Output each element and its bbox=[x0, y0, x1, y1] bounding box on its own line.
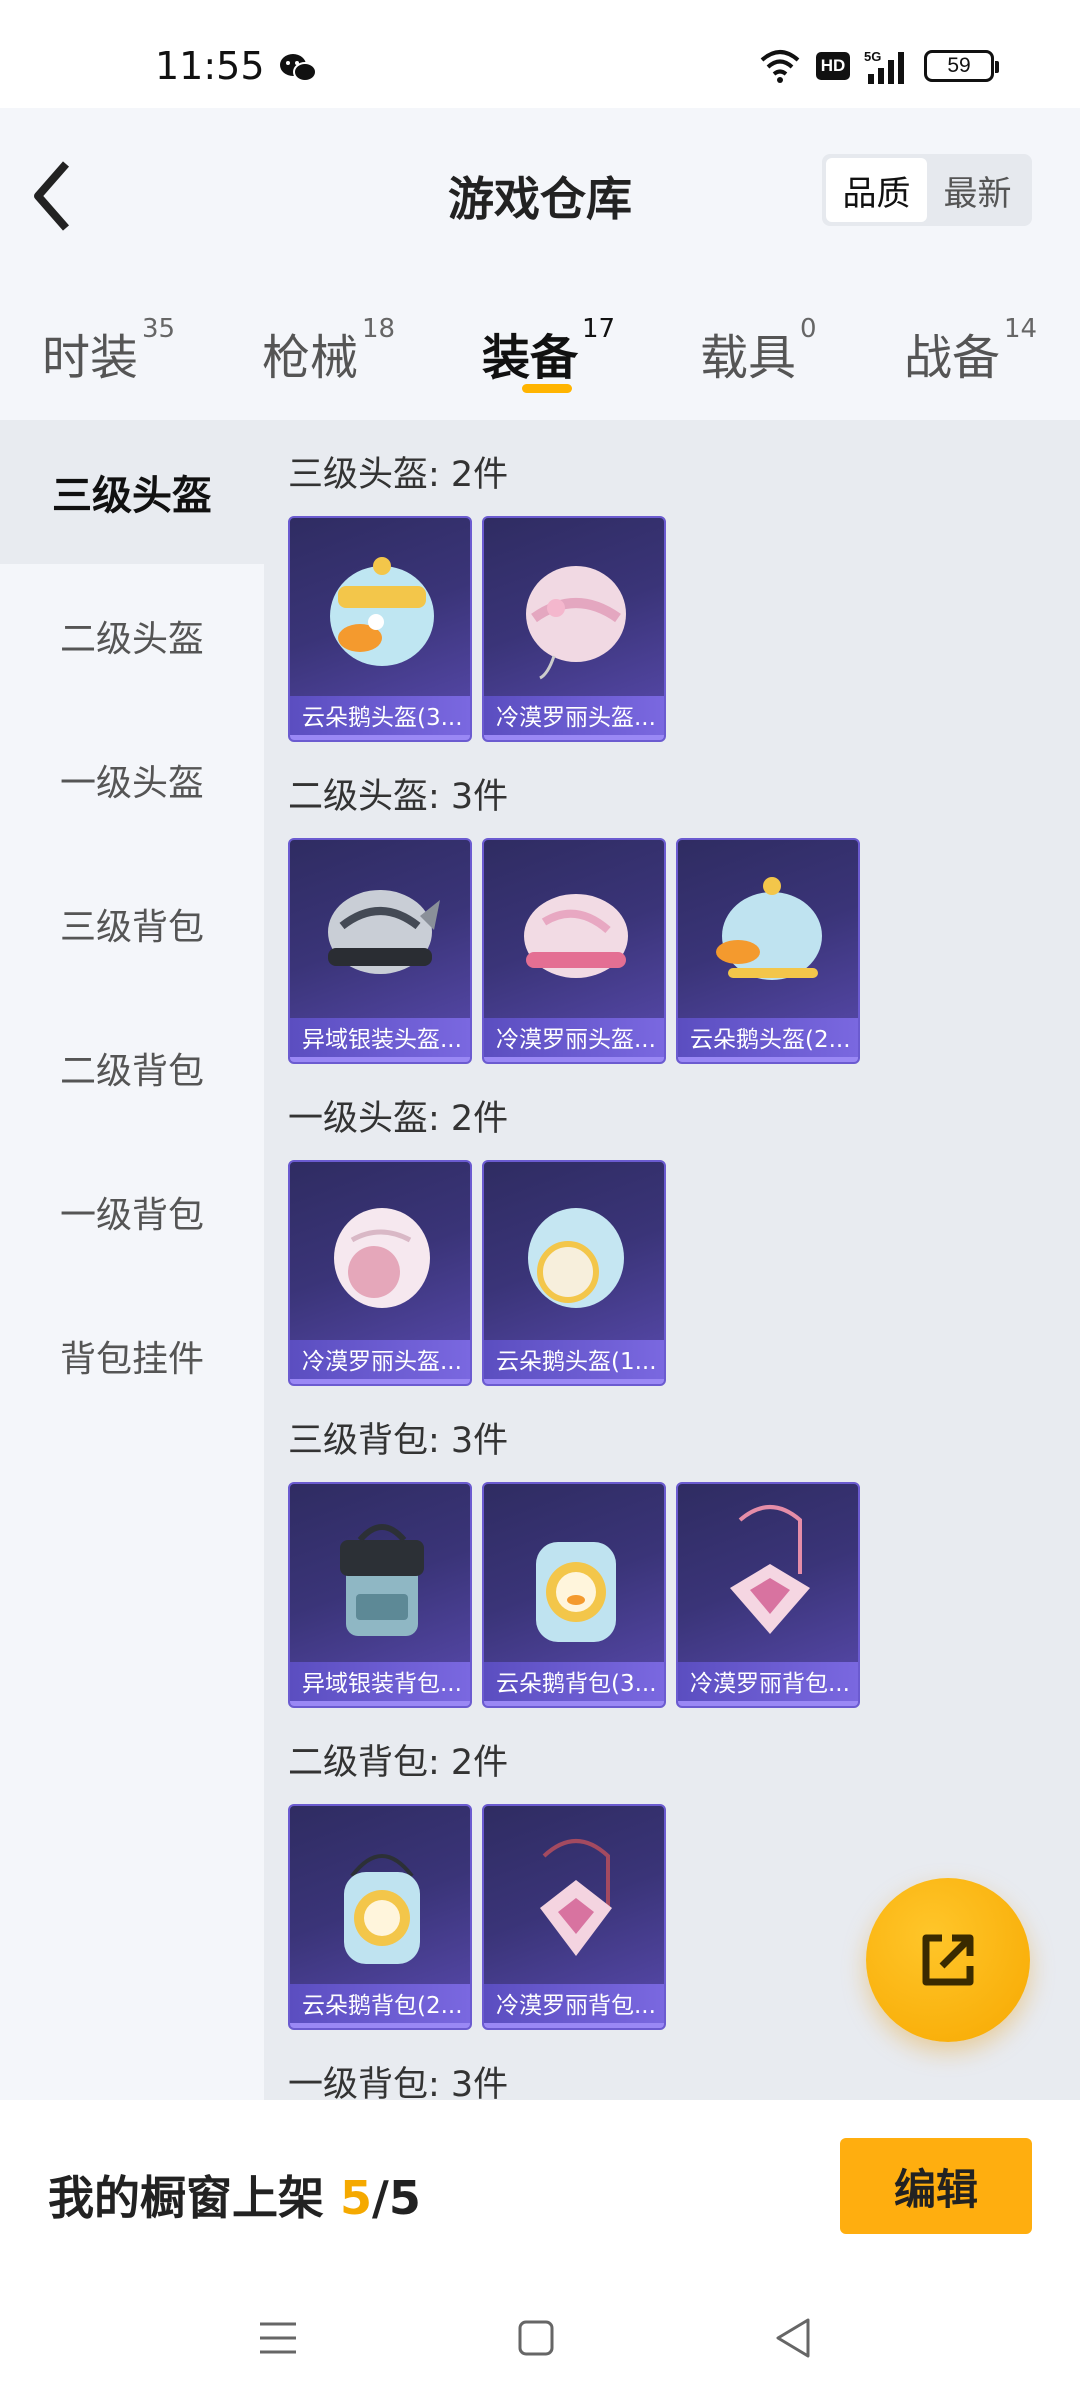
blue-helmet-icon bbox=[528, 1208, 624, 1308]
tab-weapons[interactable]: 枪械18 bbox=[262, 314, 395, 388]
pink-helmet-icon bbox=[334, 1208, 430, 1308]
system-nav-bar bbox=[0, 2272, 1080, 2400]
section-level2-helmet: 二级头盔: 3件 异域银装头盔... 冷漠罗丽头盔... 云朵鹅头盔(2... bbox=[264, 742, 1080, 1064]
duck-backpack-icon bbox=[536, 1542, 616, 1642]
menu-icon[interactable] bbox=[248, 2308, 308, 2368]
item-card[interactable]: 云朵鹅背包(2... bbox=[288, 1804, 472, 2030]
battery-indicator: 59 bbox=[924, 50, 999, 82]
item-name: 云朵鹅头盔(2... bbox=[678, 1018, 858, 1062]
showcase-label: 我的橱窗上架 bbox=[48, 2171, 341, 2225]
tab-supplies[interactable]: 战备14 bbox=[904, 314, 1037, 388]
section-title: 三级头盔: 2件 bbox=[288, 455, 509, 495]
item-name: 冷漠罗丽头盔... bbox=[290, 1340, 470, 1384]
item-name: 冷漠罗丽头盔... bbox=[484, 1018, 664, 1062]
tab-fashion[interactable]: 时装35 bbox=[42, 314, 175, 388]
duck-helmet-icon bbox=[330, 557, 434, 666]
item-card[interactable]: 冷漠罗丽头盔... bbox=[288, 1160, 472, 1386]
item-name: 冷漠罗丽背包... bbox=[678, 1662, 858, 1706]
section-title: 三级背包: 3件 bbox=[288, 1421, 509, 1461]
item-list[interactable]: 三级头盔: 2件 云朵鹅头盔(3... 冷漠罗丽头盔... 二级头盔: 3件 异… bbox=[264, 420, 1080, 2100]
item-name: 异域银装头盔... bbox=[290, 1018, 470, 1062]
item-card[interactable]: 云朵鹅头盔(3... bbox=[288, 516, 472, 742]
item-name: 异域银装背包... bbox=[290, 1662, 470, 1706]
pink-backpack-icon bbox=[540, 1839, 612, 1956]
section-level3-backpack: 三级背包: 3件 异域银装背包... 云朵鹅背包(3... 冷漠罗丽背包... bbox=[264, 1386, 1080, 1708]
pink-helmet-icon bbox=[526, 566, 626, 680]
pink-backpack-icon bbox=[730, 1505, 810, 1634]
tab-vehicles[interactable]: 载具0 bbox=[700, 314, 817, 388]
section-level1-helmet: 一级头盔: 2件 冷漠罗丽头盔... 云朵鹅头盔(1... bbox=[264, 1064, 1080, 1386]
sidebar-item-level2-backpack[interactable]: 二级背包 bbox=[0, 996, 264, 1140]
status-time: 11:55 bbox=[155, 44, 265, 88]
duck-helmet-icon bbox=[716, 877, 822, 980]
silver-backpack-icon bbox=[340, 1524, 424, 1636]
signal-icon: 5G bbox=[864, 49, 904, 84]
item-name: 冷漠罗丽头盔... bbox=[484, 696, 664, 740]
home-icon[interactable] bbox=[506, 2308, 566, 2368]
item-card[interactable]: 云朵鹅背包(3... bbox=[482, 1482, 666, 1708]
sidebar-item-level1-helmet[interactable]: 一级头盔 bbox=[0, 708, 264, 852]
showcase-bar: 我的橱窗上架 5/5 编辑 bbox=[0, 2100, 1080, 2272]
item-card[interactable]: 冷漠罗丽头盔... bbox=[482, 516, 666, 742]
item-card[interactable]: 冷漠罗丽头盔... bbox=[482, 838, 666, 1064]
header: 游戏仓库 品质 最新 bbox=[0, 108, 1080, 278]
status-bar: 11:55 HD 5G 59 bbox=[0, 0, 1080, 108]
tab-count: 0 bbox=[800, 314, 817, 344]
tab-label: 装备 bbox=[482, 330, 579, 386]
section-title: 二级背包: 2件 bbox=[288, 1743, 509, 1783]
sidebar: 三级头盔 二级头盔 一级头盔 三级背包 二级背包 一级背包 背包挂件 bbox=[0, 420, 264, 2100]
sort-quality-button[interactable]: 品质 bbox=[826, 158, 927, 222]
item-card[interactable]: 冷漠罗丽背包... bbox=[482, 1804, 666, 2030]
section-title: 一级头盔: 2件 bbox=[288, 1099, 509, 1139]
section-level3-helmet: 三级头盔: 2件 云朵鹅头盔(3... 冷漠罗丽头盔... bbox=[264, 420, 1080, 742]
active-tab-indicator bbox=[522, 384, 572, 393]
item-card[interactable]: 云朵鹅头盔(2... bbox=[676, 838, 860, 1064]
duck-backpack-icon bbox=[344, 1854, 420, 1964]
item-name: 冷漠罗丽背包... bbox=[484, 1984, 664, 2028]
showcase-status: 我的橱窗上架 5/5 bbox=[48, 2162, 421, 2228]
tab-count: 17 bbox=[582, 314, 616, 344]
item-card[interactable]: 异域银装头盔... bbox=[288, 838, 472, 1064]
sidebar-item-level3-helmet[interactable]: 三级头盔 bbox=[0, 420, 264, 564]
tab-label: 时装 bbox=[42, 330, 139, 386]
item-card[interactable]: 异域银装背包... bbox=[288, 1482, 472, 1708]
showcase-separator: / bbox=[372, 2171, 389, 2225]
back-icon[interactable] bbox=[764, 2308, 824, 2368]
sort-toggle[interactable]: 品质 最新 bbox=[822, 154, 1032, 226]
showcase-used-count: 5 bbox=[340, 2171, 373, 2225]
tab-count: 35 bbox=[142, 314, 176, 344]
tab-count: 14 bbox=[1004, 314, 1038, 344]
tab-label: 载具 bbox=[700, 330, 797, 386]
sidebar-item-level1-backpack[interactable]: 一级背包 bbox=[0, 1140, 264, 1284]
item-name: 云朵鹅头盔(3... bbox=[290, 696, 470, 740]
section-title: 二级头盔: 3件 bbox=[288, 777, 509, 817]
wifi-icon bbox=[760, 50, 800, 83]
sidebar-item-backpack-charm[interactable]: 背包挂件 bbox=[0, 1284, 264, 1428]
tab-label: 战备 bbox=[904, 330, 1001, 386]
sidebar-item-level3-backpack[interactable]: 三级背包 bbox=[0, 852, 264, 996]
share-button[interactable] bbox=[866, 1878, 1030, 2042]
tab-count: 18 bbox=[362, 314, 396, 344]
item-name: 云朵鹅背包(2... bbox=[290, 1984, 470, 2028]
tab-label: 枪械 bbox=[262, 330, 359, 386]
sort-newest-button[interactable]: 最新 bbox=[927, 158, 1028, 222]
share-icon bbox=[922, 1934, 974, 1986]
pink-helmet-icon bbox=[524, 894, 628, 978]
sidebar-item-level2-helmet[interactable]: 二级头盔 bbox=[0, 564, 264, 708]
edit-button[interactable]: 编辑 bbox=[840, 2138, 1032, 2234]
item-name: 云朵鹅背包(3... bbox=[484, 1662, 664, 1706]
showcase-total-count: 5 bbox=[388, 2171, 421, 2225]
tab-equipment[interactable]: 装备17 bbox=[482, 314, 615, 388]
item-name: 云朵鹅头盔(1... bbox=[484, 1340, 664, 1384]
category-tabs: 时装35 枪械18 装备17 载具0 战备14 bbox=[0, 278, 1080, 420]
item-card[interactable]: 云朵鹅头盔(1... bbox=[482, 1160, 666, 1386]
wechat-icon bbox=[280, 54, 317, 82]
hd-badge: HD bbox=[816, 52, 850, 80]
silver-helmet-icon bbox=[328, 890, 440, 974]
item-card[interactable]: 冷漠罗丽背包... bbox=[676, 1482, 860, 1708]
svg-text:5G: 5G bbox=[864, 49, 881, 64]
